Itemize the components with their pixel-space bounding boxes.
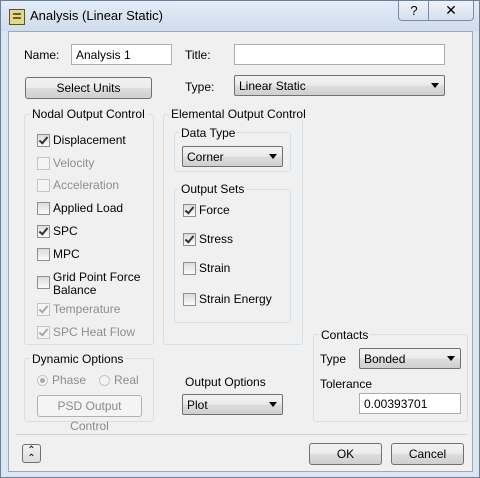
checkbox-box xyxy=(37,326,50,339)
contacts-title: Contacts xyxy=(319,328,371,342)
title-label: Title: xyxy=(185,48,211,62)
window-title: Analysis (Linear Static) xyxy=(30,8,163,23)
output-options-label: Output Options xyxy=(185,375,266,389)
checkbox-label: Acceleration xyxy=(53,178,120,192)
checkbox-box xyxy=(37,157,50,170)
checkbox-box xyxy=(183,293,196,306)
name-input[interactable]: Analysis 1 xyxy=(71,44,172,65)
output-options-select[interactable]: Plot xyxy=(182,394,283,415)
checkbox-label: Applied Load xyxy=(53,201,124,215)
checkbox-label: Displacement xyxy=(53,133,126,147)
output-options-value: Plot xyxy=(187,398,208,412)
type-select[interactable]: Linear Static xyxy=(234,75,445,96)
checkbox-box xyxy=(37,276,50,289)
ok-button[interactable]: OK xyxy=(309,443,382,465)
checkbox-label: Temperature xyxy=(53,302,121,316)
footer-separator xyxy=(16,434,467,435)
dropdown-arrow-icon xyxy=(269,154,277,159)
contacts-type-select[interactable]: Bonded xyxy=(359,348,461,369)
tolerance-label: Tolerance xyxy=(320,377,373,391)
real-label: Real xyxy=(114,373,139,387)
tolerance-input[interactable]: 0.00393701 xyxy=(359,393,461,414)
collapse-button[interactable]: ⌃ ⌃ xyxy=(22,444,41,464)
chevrons-up-icon: ⌃ ⌃ xyxy=(27,445,36,464)
contacts-type-label: Type xyxy=(320,352,347,366)
checkbox-label-line2: Balance xyxy=(53,283,97,297)
checkbox-box xyxy=(37,303,50,316)
checkbox-label: Strain xyxy=(199,261,231,275)
dropdown-arrow-icon xyxy=(431,83,439,88)
dialog-window: Analysis (Linear Static) ? ✕ Name: Analy… xyxy=(0,0,480,478)
checkbox-label: MPC xyxy=(53,247,80,261)
dialog-body: Name: Analysis 1 Title: Select Units Typ… xyxy=(8,31,473,472)
checkbox-box xyxy=(183,204,196,217)
checkbox-box xyxy=(37,179,50,192)
title-input[interactable] xyxy=(234,44,445,65)
checkbox-label: Force xyxy=(199,203,230,217)
close-button[interactable]: ✕ xyxy=(428,1,474,21)
app-icon xyxy=(9,9,25,25)
checkbox-box xyxy=(183,233,196,246)
contacts-type-value: Bonded xyxy=(364,352,406,366)
psd-output-control-button[interactable]: PSD Output Control xyxy=(37,395,142,433)
checkbox-box xyxy=(37,225,50,238)
checkbox-label: Velocity xyxy=(53,156,95,170)
elemental-output-title: Elemental Output Control xyxy=(169,107,308,121)
checkbox-label: SPC Heat Flow xyxy=(53,325,136,339)
checkbox-box xyxy=(37,248,50,261)
type-label: Type: xyxy=(185,80,215,94)
nodal-output-title: Nodal Output Control xyxy=(30,107,147,121)
checkbox-label: Stress xyxy=(199,232,234,246)
checkbox-box xyxy=(37,202,50,215)
checkbox-box xyxy=(183,262,196,275)
type-select-value: Linear Static xyxy=(239,79,306,93)
dynamic-options-title: Dynamic Options xyxy=(30,352,126,366)
checkbox-label: Strain Energy xyxy=(199,292,272,306)
name-label: Name: xyxy=(24,48,60,62)
data-type-select[interactable]: Corner xyxy=(182,146,283,167)
data-type-title: Data Type xyxy=(179,126,238,140)
cancel-button[interactable]: Cancel xyxy=(391,443,464,465)
checkbox-box xyxy=(37,134,50,147)
data-type-value: Corner xyxy=(187,150,224,164)
checkbox-label: Grid Point Force xyxy=(53,270,141,284)
dropdown-arrow-icon xyxy=(269,402,277,407)
select-units-button[interactable]: Select Units xyxy=(25,77,152,99)
title-bar: Analysis (Linear Static) ? ✕ xyxy=(1,1,479,31)
real-radio[interactable] xyxy=(99,375,110,386)
output-sets-title: Output Sets xyxy=(179,182,247,196)
phase-label: Phase xyxy=(52,373,87,387)
dropdown-arrow-icon xyxy=(447,356,455,361)
phase-radio[interactable] xyxy=(37,375,48,386)
help-button[interactable]: ? xyxy=(398,1,430,21)
checkbox-label: SPC xyxy=(53,224,78,238)
